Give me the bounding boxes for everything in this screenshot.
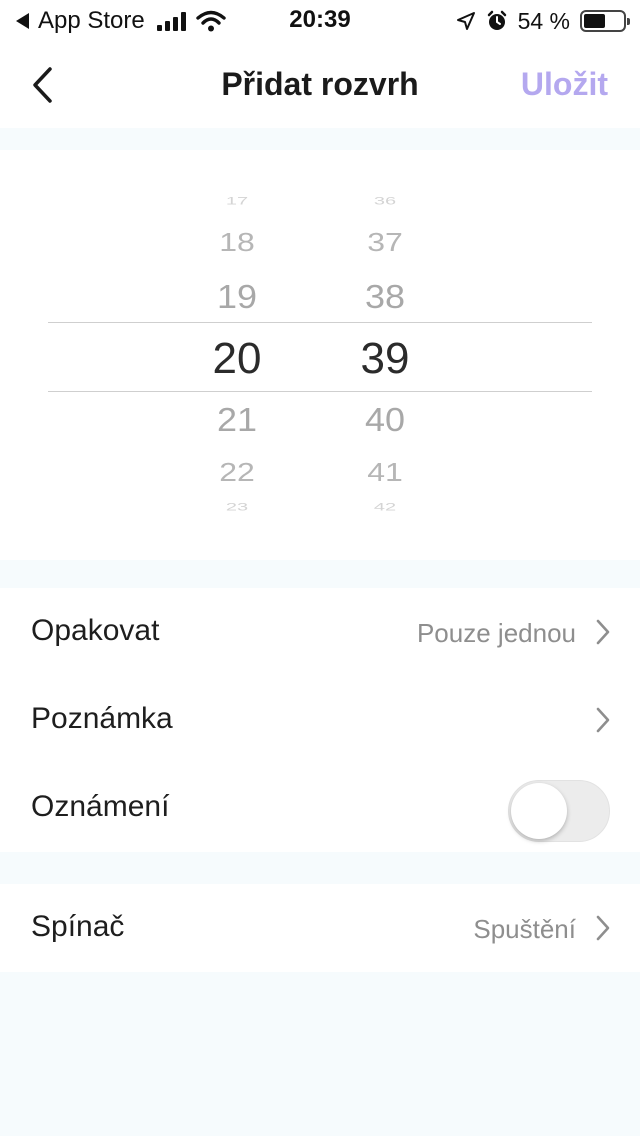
switch-group: Spínač Spuštění — [0, 884, 640, 972]
status-bar: App Store 20:39 54 % — [0, 0, 640, 42]
time-picker: 17 18 19 20 21 22 23 36 37 38 39 40 41 4… — [0, 186, 640, 526]
minute-wheel[interactable]: 36 37 38 39 40 41 42 — [330, 186, 440, 526]
note-row[interactable]: Poznámka — [0, 676, 640, 764]
minute-selected[interactable]: 39 — [330, 334, 440, 384]
chevron-right-icon — [596, 915, 610, 941]
minute-option[interactable]: 42 — [330, 501, 440, 514]
switch-value: Spuštění — [473, 914, 576, 944]
location-arrow-icon — [456, 12, 475, 30]
save-button[interactable]: Uložit — [521, 66, 608, 103]
note-label: Poznámka — [31, 702, 173, 735]
hour-option[interactable]: 17 — [182, 195, 292, 208]
selection-line-bottom — [48, 391, 592, 392]
hour-option[interactable]: 22 — [182, 457, 292, 487]
chevron-right-icon — [596, 707, 610, 733]
minute-option[interactable]: 40 — [330, 400, 440, 439]
minute-option[interactable]: 37 — [330, 227, 440, 257]
hour-wheel[interactable]: 17 18 19 20 21 22 23 — [182, 186, 292, 526]
battery-percent: 54 % — [517, 7, 570, 34]
status-right: 54 % — [456, 6, 630, 36]
notification-label: Oznámení — [31, 790, 170, 823]
notification-row: Oznámení — [0, 764, 640, 852]
switch-row[interactable]: Spínač Spuštění — [0, 884, 640, 972]
navigation-bar: Přidat rozvrh Uložit — [0, 42, 640, 128]
cellular-signal-icon — [156, 11, 186, 31]
selection-line-top — [48, 322, 592, 323]
repeat-value: Pouze jednou — [416, 618, 576, 648]
status-left: App Store — [16, 6, 226, 36]
back-triangle-icon[interactable] — [16, 13, 29, 29]
wifi-icon — [196, 10, 226, 32]
hour-selected[interactable]: 20 — [182, 334, 292, 384]
back-app-label[interactable]: App Store — [38, 7, 145, 35]
minute-option[interactable]: 41 — [330, 457, 440, 487]
hour-option[interactable]: 19 — [182, 277, 292, 316]
battery-level — [584, 14, 605, 28]
repeat-label: Opakovat — [31, 614, 160, 647]
time-picker-section: 17 18 19 20 21 22 23 36 37 38 39 40 41 4… — [0, 150, 640, 560]
minute-option[interactable]: 38 — [330, 277, 440, 316]
switch-label: Spínač — [31, 910, 125, 943]
repeat-row[interactable]: Opakovat Pouze jednou — [0, 588, 640, 676]
notification-toggle[interactable] — [508, 780, 610, 842]
settings-group: Opakovat Pouze jednou Poznámka Oznámení — [0, 588, 640, 852]
hour-option[interactable]: 21 — [182, 400, 292, 439]
chevron-right-icon — [596, 619, 610, 645]
minute-option[interactable]: 36 — [330, 195, 440, 208]
hour-option[interactable]: 18 — [182, 227, 292, 257]
battery-icon — [580, 10, 630, 32]
alarm-clock-icon — [487, 10, 506, 30]
hour-option[interactable]: 23 — [182, 501, 292, 514]
toggle-knob — [511, 783, 567, 839]
